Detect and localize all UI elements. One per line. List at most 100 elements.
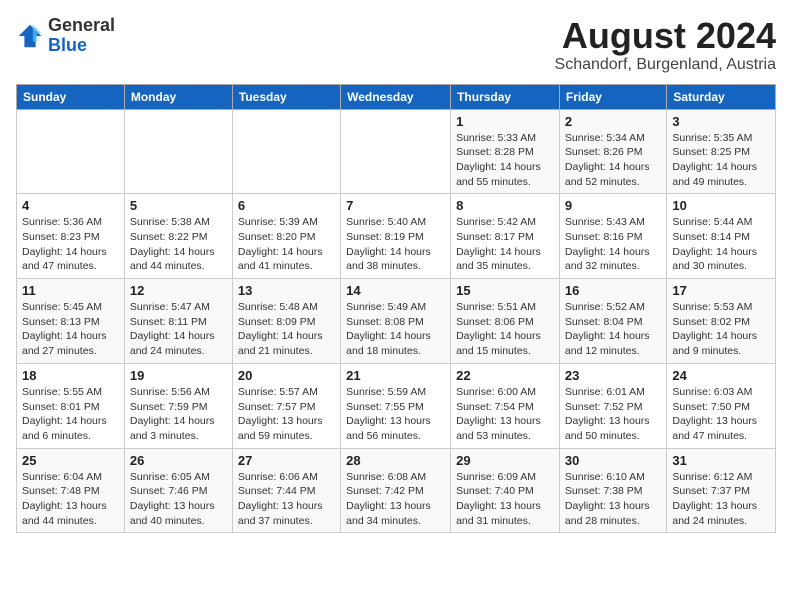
calendar-cell: 6 Sunrise: 5:39 AM Sunset: 8:20 PM Daylig…: [232, 194, 340, 279]
day-info: Sunrise: 5:51 AM Sunset: 8:06 PM Dayligh…: [456, 300, 554, 359]
calendar-cell: 1 Sunrise: 5:33 AM Sunset: 8:28 PM Daylig…: [451, 109, 560, 194]
calendar-cell: 2Sunrise: 5:34 AM Sunset: 8:26 PM Daylig…: [559, 109, 666, 194]
calendar-cell: 16 Sunrise: 5:52 AM Sunset: 8:04 PM Dayli…: [559, 279, 666, 364]
calendar-cell: 25 Sunrise: 6:04 AM Sunset: 7:48 PM Dayli…: [17, 448, 125, 533]
day-info: Sunrise: 5:48 AM Sunset: 8:09 PM Dayligh…: [238, 300, 335, 359]
day-info: Sunrise: 6:05 AM Sunset: 7:46 PM Dayligh…: [130, 470, 227, 529]
day-info: Sunrise: 5:38 AM Sunset: 8:22 PM Dayligh…: [130, 215, 227, 274]
day-info: Sunrise: 6:09 AM Sunset: 7:40 PM Dayligh…: [456, 470, 554, 529]
weekday-header: Monday: [124, 84, 232, 109]
day-number: 21: [346, 368, 445, 383]
day-number: 24: [672, 368, 770, 383]
day-info: Sunrise: 6:01 AM Sunset: 7:52 PM Dayligh…: [565, 385, 661, 444]
logo-icon: [16, 22, 44, 50]
day-number: 20: [238, 368, 335, 383]
calendar-cell: 20 Sunrise: 5:57 AM Sunset: 7:57 PM Dayli…: [232, 363, 340, 448]
calendar-cell: [232, 109, 340, 194]
day-info: Sunrise: 5:55 AM Sunset: 8:01 PM Dayligh…: [22, 385, 119, 444]
day-info: Sunrise: 6:04 AM Sunset: 7:48 PM Dayligh…: [22, 470, 119, 529]
day-info: Sunrise: 5:40 AM Sunset: 8:19 PM Dayligh…: [346, 215, 445, 274]
day-info: Sunrise: 5:34 AM Sunset: 8:26 PM Dayligh…: [565, 131, 661, 190]
calendar-cell: 21Sunrise: 5:59 AM Sunset: 7:55 PM Dayli…: [341, 363, 451, 448]
weekday-header: Tuesday: [232, 84, 340, 109]
calendar-cell: 10 Sunrise: 5:44 AM Sunset: 8:14 PM Dayli…: [667, 194, 776, 279]
calendar-table: SundayMondayTuesdayWednesdayThursdayFrid…: [16, 84, 776, 534]
day-number: 17: [672, 283, 770, 298]
day-number: 13: [238, 283, 335, 298]
calendar-week-row: 18 Sunrise: 5:55 AM Sunset: 8:01 PM Dayli…: [17, 363, 776, 448]
calendar-cell: 8 Sunrise: 5:42 AM Sunset: 8:17 PM Daylig…: [451, 194, 560, 279]
calendar-cell: 22Sunrise: 6:00 AM Sunset: 7:54 PM Dayli…: [451, 363, 560, 448]
day-number: 26: [130, 453, 227, 468]
day-info: Sunrise: 6:08 AM Sunset: 7:42 PM Dayligh…: [346, 470, 445, 529]
logo: General Blue: [16, 16, 115, 56]
day-info: Sunrise: 5:53 AM Sunset: 8:02 PM Dayligh…: [672, 300, 770, 359]
logo-general-text: General: [48, 15, 115, 35]
day-info: Sunrise: 5:44 AM Sunset: 8:14 PM Dayligh…: [672, 215, 770, 274]
day-info: Sunrise: 5:52 AM Sunset: 8:04 PM Dayligh…: [565, 300, 661, 359]
calendar-cell: 12 Sunrise: 5:47 AM Sunset: 8:11 PM Dayli…: [124, 279, 232, 364]
day-number: 18: [22, 368, 119, 383]
calendar-week-row: 11Sunrise: 5:45 AM Sunset: 8:13 PM Dayli…: [17, 279, 776, 364]
day-number: 19: [130, 368, 227, 383]
day-info: Sunrise: 6:10 AM Sunset: 7:38 PM Dayligh…: [565, 470, 661, 529]
calendar-week-row: 25 Sunrise: 6:04 AM Sunset: 7:48 PM Dayli…: [17, 448, 776, 533]
calendar-cell: 30 Sunrise: 6:10 AM Sunset: 7:38 PM Dayli…: [559, 448, 666, 533]
day-info: Sunrise: 5:39 AM Sunset: 8:20 PM Dayligh…: [238, 215, 335, 274]
calendar-week-row: 4 Sunrise: 5:36 AM Sunset: 8:23 PM Daylig…: [17, 194, 776, 279]
day-number: 22: [456, 368, 554, 383]
day-info: Sunrise: 5:47 AM Sunset: 8:11 PM Dayligh…: [130, 300, 227, 359]
calendar-cell: 11Sunrise: 5:45 AM Sunset: 8:13 PM Dayli…: [17, 279, 125, 364]
calendar-cell: 5 Sunrise: 5:38 AM Sunset: 8:22 PM Daylig…: [124, 194, 232, 279]
day-info: Sunrise: 5:45 AM Sunset: 8:13 PM Dayligh…: [22, 300, 119, 359]
day-number: 30: [565, 453, 661, 468]
day-number: 29: [456, 453, 554, 468]
day-number: 4: [22, 198, 119, 213]
day-number: 6: [238, 198, 335, 213]
calendar-cell: 19 Sunrise: 5:56 AM Sunset: 7:59 PM Dayli…: [124, 363, 232, 448]
day-number: 1: [456, 114, 554, 129]
calendar-cell: 18 Sunrise: 5:55 AM Sunset: 8:01 PM Dayli…: [17, 363, 125, 448]
day-info: Sunrise: 5:36 AM Sunset: 8:23 PM Dayligh…: [22, 215, 119, 274]
weekday-header: Thursday: [451, 84, 560, 109]
day-info: Sunrise: 5:49 AM Sunset: 8:08 PM Dayligh…: [346, 300, 445, 359]
day-info: Sunrise: 5:43 AM Sunset: 8:16 PM Dayligh…: [565, 215, 661, 274]
day-info: Sunrise: 5:56 AM Sunset: 7:59 PM Dayligh…: [130, 385, 227, 444]
calendar-cell: 13 Sunrise: 5:48 AM Sunset: 8:09 PM Dayli…: [232, 279, 340, 364]
day-info: Sunrise: 5:57 AM Sunset: 7:57 PM Dayligh…: [238, 385, 335, 444]
calendar-cell: [124, 109, 232, 194]
calendar-cell: [17, 109, 125, 194]
day-number: 15: [456, 283, 554, 298]
calendar-cell: 28 Sunrise: 6:08 AM Sunset: 7:42 PM Dayli…: [341, 448, 451, 533]
day-number: 28: [346, 453, 445, 468]
calendar-cell: 29 Sunrise: 6:09 AM Sunset: 7:40 PM Dayli…: [451, 448, 560, 533]
calendar-cell: 17 Sunrise: 5:53 AM Sunset: 8:02 PM Dayli…: [667, 279, 776, 364]
calendar-cell: [341, 109, 451, 194]
calendar-cell: 24 Sunrise: 6:03 AM Sunset: 7:50 PM Dayli…: [667, 363, 776, 448]
day-info: Sunrise: 5:35 AM Sunset: 8:25 PM Dayligh…: [672, 131, 770, 190]
calendar-week-row: 1 Sunrise: 5:33 AM Sunset: 8:28 PM Daylig…: [17, 109, 776, 194]
weekday-header: Friday: [559, 84, 666, 109]
calendar-cell: 15 Sunrise: 5:51 AM Sunset: 8:06 PM Dayli…: [451, 279, 560, 364]
day-number: 25: [22, 453, 119, 468]
logo-blue-text: Blue: [48, 35, 87, 55]
day-info: Sunrise: 6:12 AM Sunset: 7:37 PM Dayligh…: [672, 470, 770, 529]
day-number: 8: [456, 198, 554, 213]
calendar-cell: 7 Sunrise: 5:40 AM Sunset: 8:19 PM Daylig…: [341, 194, 451, 279]
day-info: Sunrise: 5:33 AM Sunset: 8:28 PM Dayligh…: [456, 131, 554, 190]
day-info: Sunrise: 6:03 AM Sunset: 7:50 PM Dayligh…: [672, 385, 770, 444]
weekday-header: Wednesday: [341, 84, 451, 109]
calendar-cell: 3Sunrise: 5:35 AM Sunset: 8:25 PM Daylig…: [667, 109, 776, 194]
calendar-cell: 26 Sunrise: 6:05 AM Sunset: 7:46 PM Dayli…: [124, 448, 232, 533]
month-title: August 2024: [555, 16, 776, 56]
day-info: Sunrise: 5:42 AM Sunset: 8:17 PM Dayligh…: [456, 215, 554, 274]
day-number: 23: [565, 368, 661, 383]
day-number: 7: [346, 198, 445, 213]
day-number: 16: [565, 283, 661, 298]
day-number: 10: [672, 198, 770, 213]
page-header: General Blue August 2024 Schandorf, Burg…: [16, 16, 776, 74]
day-number: 12: [130, 283, 227, 298]
day-number: 5: [130, 198, 227, 213]
title-block: August 2024 Schandorf, Burgenland, Austr…: [555, 16, 776, 74]
location-subtitle: Schandorf, Burgenland, Austria: [555, 56, 776, 74]
